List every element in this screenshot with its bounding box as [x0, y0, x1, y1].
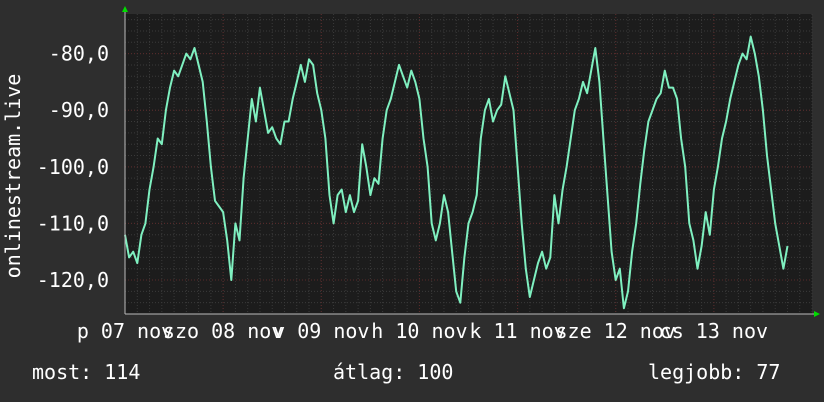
chart: -80,0 -90,0 -100,0 -110,0 -120,0 p 07 nov szo…	[0, 0, 824, 402]
x-ticks: p 07 novszo 08 novv 09 nov h 10 nov k 11 n…	[77, 319, 768, 343]
x-axis-arrow	[814, 311, 820, 317]
stats-bar: most: 114 átlag: 100 legjobb: 77	[0, 360, 824, 390]
average-value: átlag: 100	[333, 360, 454, 384]
best-value: legjobb: 77	[648, 360, 781, 384]
y-tick-label: -120,0	[37, 268, 109, 292]
x-tick-label: cs 13 nov	[660, 319, 768, 343]
y-ticks: -80,0 -90,0 -100,0 -110,0 -120,0	[37, 42, 109, 292]
x-tick-label: szo 08 nov	[163, 319, 283, 343]
chart-svg: -80,0 -90,0 -100,0 -110,0 -120,0 p 07 novszo…	[1, 6, 820, 343]
current-value: most: 114	[32, 360, 141, 384]
y-axis-label: onlinestream.live	[1, 74, 25, 279]
x-tick-label: sze 12 nov	[556, 319, 676, 343]
x-tick-label: h 10 nov	[371, 319, 467, 343]
x-tick-label: v 09 nov	[273, 319, 369, 343]
y-tick-label: -80,0	[49, 42, 109, 66]
y-axis-arrow	[122, 6, 128, 12]
y-tick-label: -90,0	[49, 98, 109, 122]
y-tick-label: -110,0	[37, 211, 109, 235]
x-tick-label: p 07 nov	[77, 319, 173, 343]
y-tick-label: -100,0	[37, 155, 109, 179]
x-tick-label: k 11 nov	[469, 319, 565, 343]
